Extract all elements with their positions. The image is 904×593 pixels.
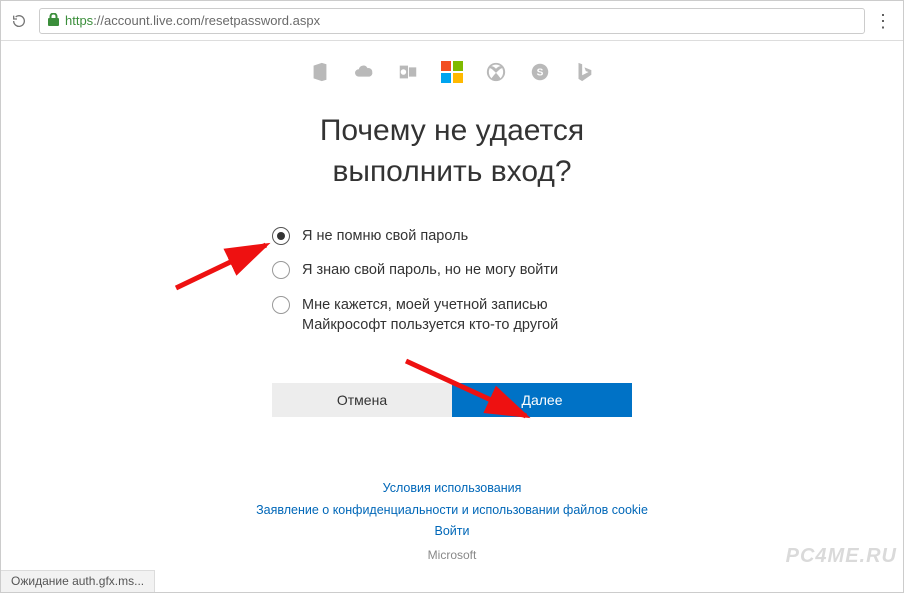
footer-terms-link[interactable]: Условия использования bbox=[1, 478, 903, 499]
next-button[interactable]: Далее bbox=[452, 383, 632, 417]
address-bar[interactable]: https://account.live.com/resetpassword.a… bbox=[39, 8, 865, 34]
option-label: Я знаю свой пароль, но не могу войти bbox=[302, 260, 558, 280]
bing-icon bbox=[573, 61, 595, 83]
xbox-icon bbox=[485, 61, 507, 83]
outlook-icon bbox=[397, 61, 419, 83]
reason-options: Я не помню свой пароль Я знаю свой парол… bbox=[272, 226, 632, 335]
watermark: PC4ME.RU bbox=[786, 545, 897, 568]
option-label: Мне кажется, моей учетной записью Майкро… bbox=[302, 295, 632, 336]
option-hacked[interactable]: Мне кажется, моей учетной записью Майкро… bbox=[272, 295, 632, 336]
radio-icon[interactable] bbox=[272, 227, 290, 245]
onedrive-icon bbox=[353, 61, 375, 83]
radio-icon[interactable] bbox=[272, 296, 290, 314]
reload-icon[interactable] bbox=[11, 13, 31, 29]
footer-signin-link[interactable]: Войти bbox=[1, 521, 903, 542]
browser-toolbar: https://account.live.com/resetpassword.a… bbox=[1, 1, 903, 41]
cancel-button[interactable]: Отмена bbox=[272, 383, 452, 417]
option-forgot-password[interactable]: Я не помню свой пароль bbox=[272, 226, 632, 246]
browser-status-bar: Ожидание auth.gfx.ms... bbox=[1, 570, 155, 592]
lock-icon bbox=[48, 13, 59, 29]
skype-icon: S bbox=[529, 61, 551, 83]
services-icon-row: S bbox=[1, 61, 903, 83]
button-row: Отмена Далее bbox=[272, 383, 632, 417]
option-label: Я не помню свой пароль bbox=[302, 226, 468, 246]
svg-text:S: S bbox=[537, 68, 544, 79]
microsoft-logo bbox=[441, 61, 463, 83]
radio-icon[interactable] bbox=[272, 261, 290, 279]
office-icon bbox=[309, 61, 331, 83]
page-content: S Почему не удается выполнить вход? Я не… bbox=[1, 41, 903, 417]
url-text: https://account.live.com/resetpassword.a… bbox=[65, 13, 320, 28]
footer-brand: Microsoft bbox=[1, 548, 903, 562]
annotation-arrow bbox=[171, 233, 281, 293]
page-footer: Условия использования Заявление о конфид… bbox=[1, 478, 903, 562]
browser-menu-icon[interactable]: ⋮ bbox=[873, 12, 893, 30]
page-title: Почему не удается выполнить вход? bbox=[1, 111, 903, 192]
option-know-password[interactable]: Я знаю свой пароль, но не могу войти bbox=[272, 260, 632, 280]
footer-privacy-link[interactable]: Заявление о конфиденциальности и использ… bbox=[1, 500, 903, 521]
